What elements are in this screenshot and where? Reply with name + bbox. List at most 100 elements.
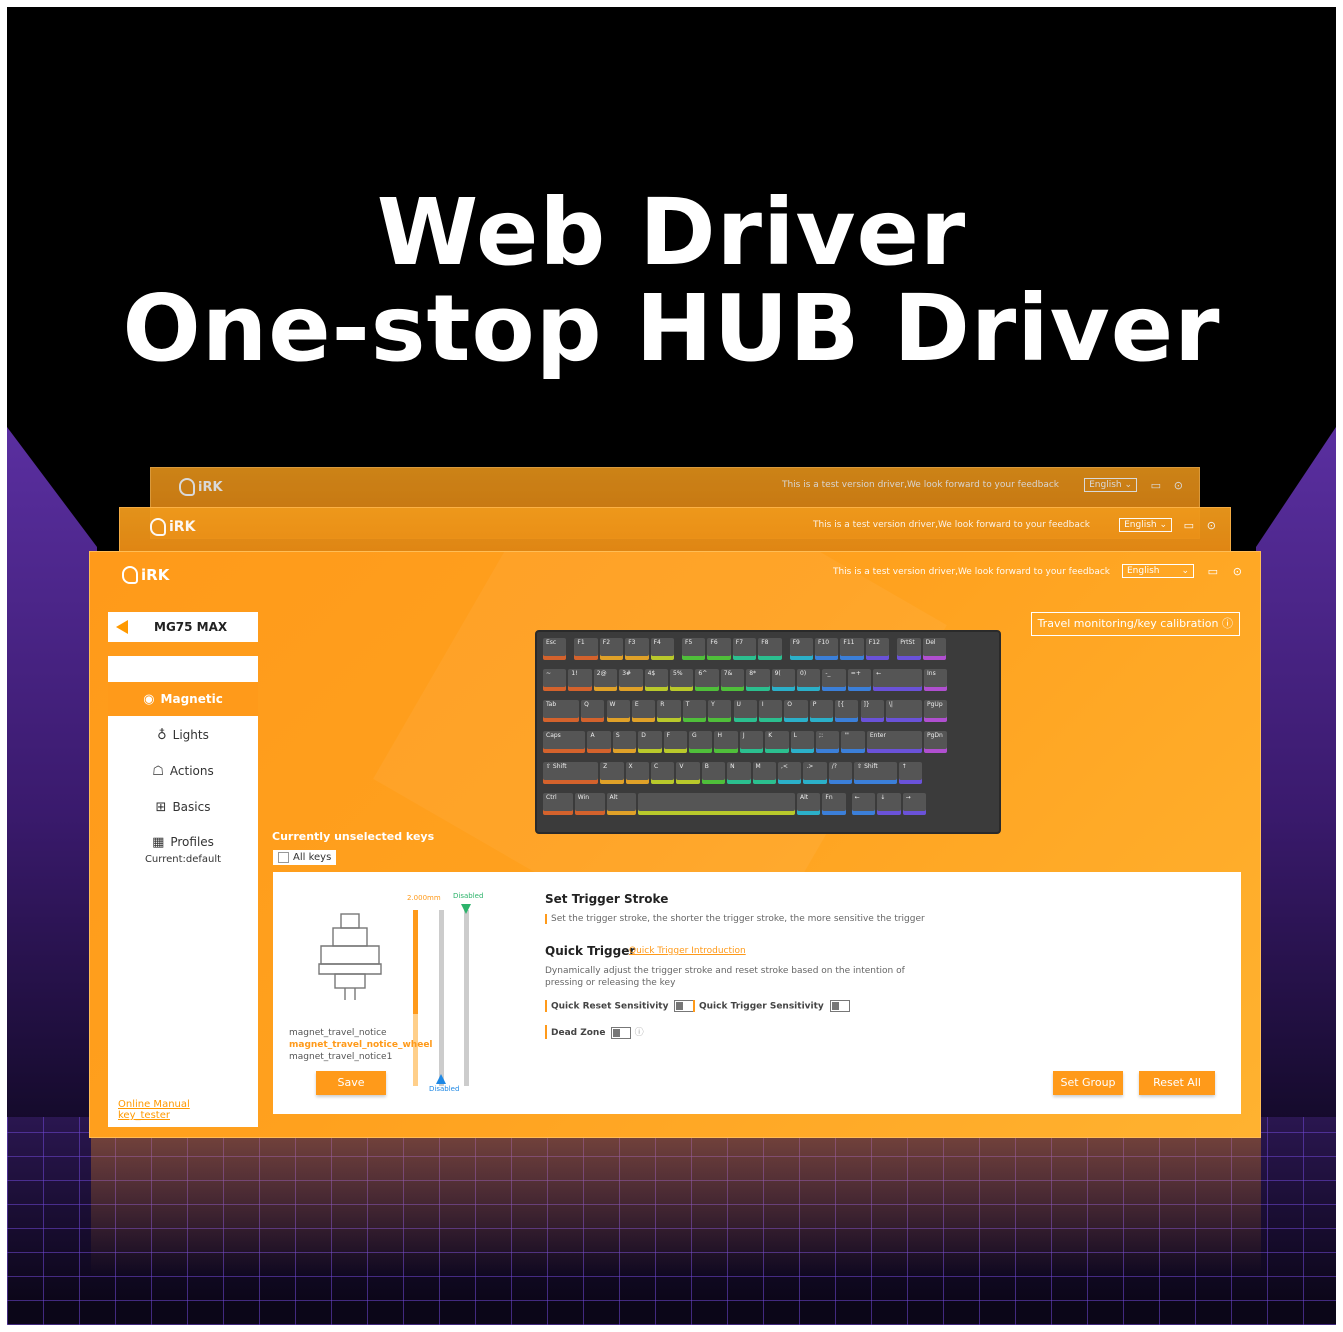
keyboard-key[interactable]: R bbox=[657, 700, 681, 722]
keyboard-key[interactable]: ↓ bbox=[877, 793, 901, 815]
keyboard-key[interactable]: F5 bbox=[682, 638, 706, 660]
keyboard-key[interactable]: F12 bbox=[865, 638, 890, 660]
keyboard-key[interactable]: ]} bbox=[860, 700, 884, 722]
slider-handle-blue[interactable] bbox=[436, 1074, 446, 1084]
keyboard-key[interactable]: F2 bbox=[599, 638, 624, 660]
keyboard-key[interactable]: 0) bbox=[797, 669, 821, 691]
keyboard-key[interactable]: F10 bbox=[815, 638, 839, 660]
keyboard-key[interactable]: X bbox=[625, 762, 649, 784]
keyboard-key[interactable]: Win bbox=[574, 793, 605, 815]
save-button[interactable]: Save bbox=[316, 1071, 386, 1095]
keyboard-key[interactable]: Del bbox=[922, 638, 946, 660]
language-select[interactable]: English ⌄ bbox=[1119, 518, 1172, 532]
reset-all-keys-button[interactable]: Reset All Keys bbox=[1139, 1071, 1215, 1113]
keyboard-key[interactable]: Q bbox=[581, 700, 605, 722]
keyboard-key[interactable]: \| bbox=[885, 700, 922, 722]
settings-icon[interactable]: ⊙ bbox=[1233, 566, 1242, 577]
all-keys-checkbox[interactable]: All keys bbox=[273, 850, 337, 865]
keyboard-key[interactable]: Ctrl bbox=[543, 793, 573, 815]
keyboard-key[interactable]: P bbox=[809, 700, 834, 722]
keyboard-key[interactable]: 9( bbox=[771, 669, 795, 691]
keyboard-key[interactable]: '" bbox=[841, 731, 865, 753]
settings-icon[interactable]: ⊙ bbox=[1174, 480, 1183, 491]
keyboard-key[interactable]: S bbox=[612, 731, 637, 753]
keyboard-key[interactable]: Alt bbox=[797, 793, 821, 815]
dead-zone-toggle[interactable] bbox=[611, 1026, 632, 1039]
keyboard-key[interactable]: Fn bbox=[822, 793, 846, 815]
keyboard-key[interactable] bbox=[638, 793, 795, 815]
keyboard-key[interactable]: ↑ bbox=[898, 762, 922, 784]
keyboard-key[interactable]: ⇧ Shift bbox=[543, 762, 599, 784]
keyboard-key[interactable]: 5% bbox=[670, 669, 694, 691]
keyboard-key[interactable]: PgUp bbox=[924, 700, 948, 722]
keyboard-key[interactable]: → bbox=[902, 793, 926, 815]
keyboard-key[interactable]: 4$ bbox=[644, 669, 668, 691]
keyboard-key[interactable]: F bbox=[663, 731, 688, 753]
window-icon[interactable]: ▭ bbox=[1208, 566, 1218, 577]
keyboard-key[interactable]: ,< bbox=[777, 762, 802, 784]
nav-item-magnetic[interactable]: ◉ Magnetic bbox=[108, 682, 258, 716]
nav-item-basics[interactable]: ⊞ Basics bbox=[108, 790, 258, 824]
keyboard-key[interactable]: 3# bbox=[619, 669, 643, 691]
keyboard-key[interactable]: B bbox=[701, 762, 726, 784]
key-tester-link[interactable]: key_tester bbox=[118, 1110, 170, 1121]
window-icon[interactable]: ▭ bbox=[1151, 480, 1161, 491]
quick-trigger-toggle[interactable] bbox=[829, 1000, 850, 1012]
reset-slider[interactable] bbox=[439, 910, 444, 1086]
quick-trigger-intro-link[interactable]: Quick Trigger Introduction bbox=[629, 946, 746, 956]
keyboard-key[interactable]: Caps bbox=[543, 731, 586, 753]
keyboard-key[interactable]: F6 bbox=[707, 638, 731, 660]
info-icon[interactable]: ⓘ bbox=[635, 1028, 644, 1038]
keyboard-key[interactable]: 8* bbox=[746, 669, 770, 691]
keyboard-key[interactable]: H bbox=[714, 731, 738, 753]
keyboard-key[interactable]: F3 bbox=[625, 638, 649, 660]
keyboard-key[interactable]: Tab bbox=[543, 700, 580, 722]
keyboard-key[interactable]: F9 bbox=[789, 638, 813, 660]
travel-calibration-button[interactable]: Travel monitoring/key calibration ⓘ bbox=[1030, 612, 1240, 636]
keyboard-key[interactable]: I bbox=[758, 700, 783, 722]
set-group-button[interactable]: Set Group bbox=[1053, 1071, 1123, 1095]
keyboard-key[interactable]: Ins bbox=[924, 669, 948, 691]
keyboard-key[interactable]: V bbox=[676, 762, 700, 784]
keyboard-key[interactable]: F1 bbox=[574, 638, 598, 660]
window-icon[interactable]: ▭ bbox=[1184, 520, 1194, 531]
keyboard-key[interactable]: 7& bbox=[720, 669, 745, 691]
online-manual-link[interactable]: Online Manual bbox=[118, 1099, 190, 1110]
keyboard-key[interactable]: PrtSt bbox=[897, 638, 921, 660]
keyboard-key[interactable]: /? bbox=[828, 762, 853, 784]
keyboard-key[interactable]: ;: bbox=[816, 731, 840, 753]
keyboard-key[interactable]: A bbox=[587, 731, 611, 753]
keyboard-key[interactable]: N bbox=[727, 762, 751, 784]
nav-item-lights[interactable]: ♁ Lights bbox=[108, 718, 258, 752]
keyboard-key[interactable]: Alt bbox=[606, 793, 637, 815]
keyboard-key[interactable]: .> bbox=[803, 762, 827, 784]
keyboard-key[interactable]: D bbox=[638, 731, 662, 753]
keyboard-key[interactable]: PgDn bbox=[924, 731, 948, 753]
keyboard-key[interactable]: T bbox=[682, 700, 707, 722]
keyboard-key[interactable]: F4 bbox=[650, 638, 674, 660]
nav-item-actions[interactable]: ☖ Actions bbox=[108, 754, 258, 788]
device-selector[interactable]: MG75 MAX bbox=[108, 612, 258, 642]
keyboard-key[interactable]: J bbox=[739, 731, 764, 753]
keyboard-key[interactable]: [{ bbox=[835, 700, 859, 722]
keyboard-key[interactable]: L bbox=[790, 731, 815, 753]
keyboard-key[interactable]: ← bbox=[873, 669, 922, 691]
keyboard-key[interactable]: -_ bbox=[822, 669, 846, 691]
keyboard-key[interactable]: E bbox=[631, 700, 656, 722]
keyboard-key[interactable]: F7 bbox=[732, 638, 757, 660]
slider-handle-green[interactable] bbox=[461, 904, 471, 914]
keyboard-key[interactable]: U bbox=[733, 700, 757, 722]
keyboard-key[interactable]: O bbox=[784, 700, 808, 722]
keyboard-key[interactable]: =+ bbox=[847, 669, 872, 691]
trigger-slider[interactable] bbox=[413, 910, 418, 1086]
keyboard-key[interactable]: Y bbox=[708, 700, 732, 722]
keyboard-key[interactable]: Esc bbox=[543, 638, 567, 660]
keyboard-key[interactable]: G bbox=[689, 731, 713, 753]
language-select[interactable]: English ⌄ bbox=[1084, 478, 1137, 492]
keyboard-key[interactable]: ⇧ Shift bbox=[854, 762, 897, 784]
language-select[interactable]: English ⌄ bbox=[1122, 564, 1194, 578]
keyboard-key[interactable]: 6^ bbox=[695, 669, 719, 691]
keyboard-key[interactable]: ~ bbox=[543, 669, 567, 691]
keyboard-key[interactable]: K bbox=[765, 731, 789, 753]
back-arrow-icon[interactable] bbox=[116, 620, 128, 634]
